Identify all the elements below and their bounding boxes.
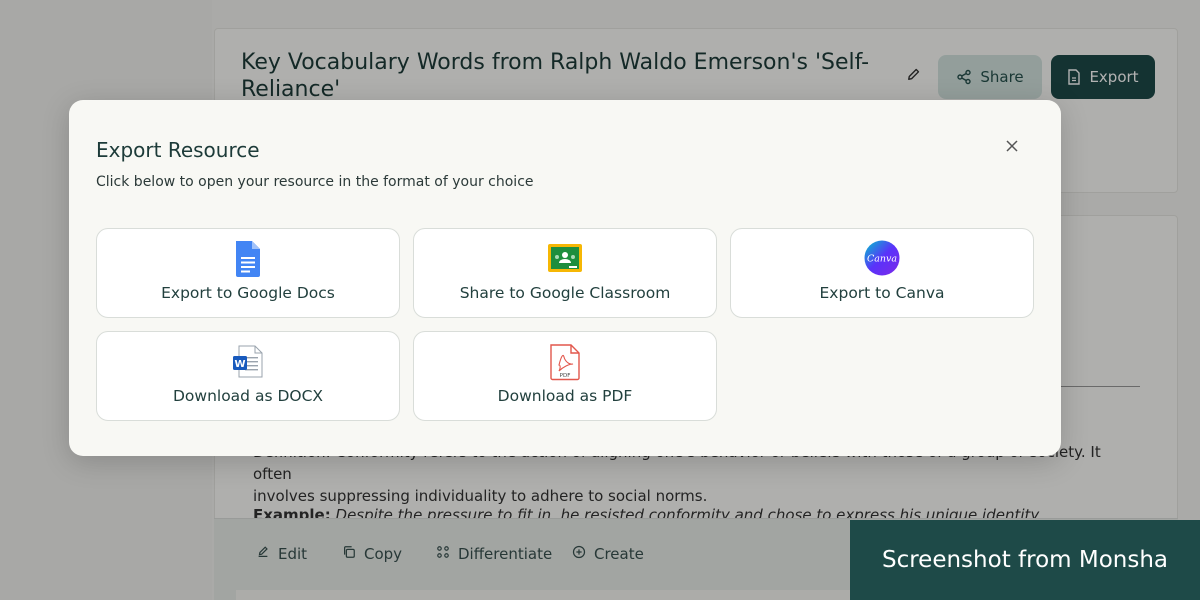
export-canva-label: Export to Canva <box>819 284 945 302</box>
modal-subtitle: Click below to open your resource in the… <box>96 174 534 190</box>
pdf-badge-text: PDF <box>560 373 571 379</box>
share-google-classroom-label: Share to Google Classroom <box>459 284 671 302</box>
canva-logo-text: Canva <box>867 254 897 265</box>
word-docx-icon: W <box>230 343 266 381</box>
google-classroom-icon <box>547 240 583 278</box>
close-icon[interactable] <box>1002 138 1022 158</box>
export-canva-option[interactable]: Canva Export to Canva <box>730 228 1034 318</box>
download-pdf-label: Download as PDF <box>497 387 633 405</box>
watermark-text: Screenshot from Monsha <box>881 547 1169 573</box>
pdf-icon: PDF <box>547 343 583 381</box>
export-google-docs-option[interactable]: Export to Google Docs <box>96 228 400 318</box>
canva-icon: Canva <box>864 240 900 278</box>
google-docs-icon <box>230 240 266 278</box>
download-pdf-option[interactable]: PDF Download as PDF <box>413 331 717 421</box>
download-docx-option[interactable]: W Download as DOCX <box>96 331 400 421</box>
share-google-classroom-option[interactable]: Share to Google Classroom <box>413 228 717 318</box>
export-resource-modal: Export Resource Click below to open your… <box>69 100 1061 456</box>
download-docx-label: Download as DOCX <box>172 387 324 405</box>
word-badge-text: W <box>234 359 245 370</box>
modal-title: Export Resource <box>96 138 260 162</box>
export-google-docs-label: Export to Google Docs <box>161 284 335 302</box>
monsha-watermark-banner: Screenshot from Monsha <box>850 520 1200 600</box>
